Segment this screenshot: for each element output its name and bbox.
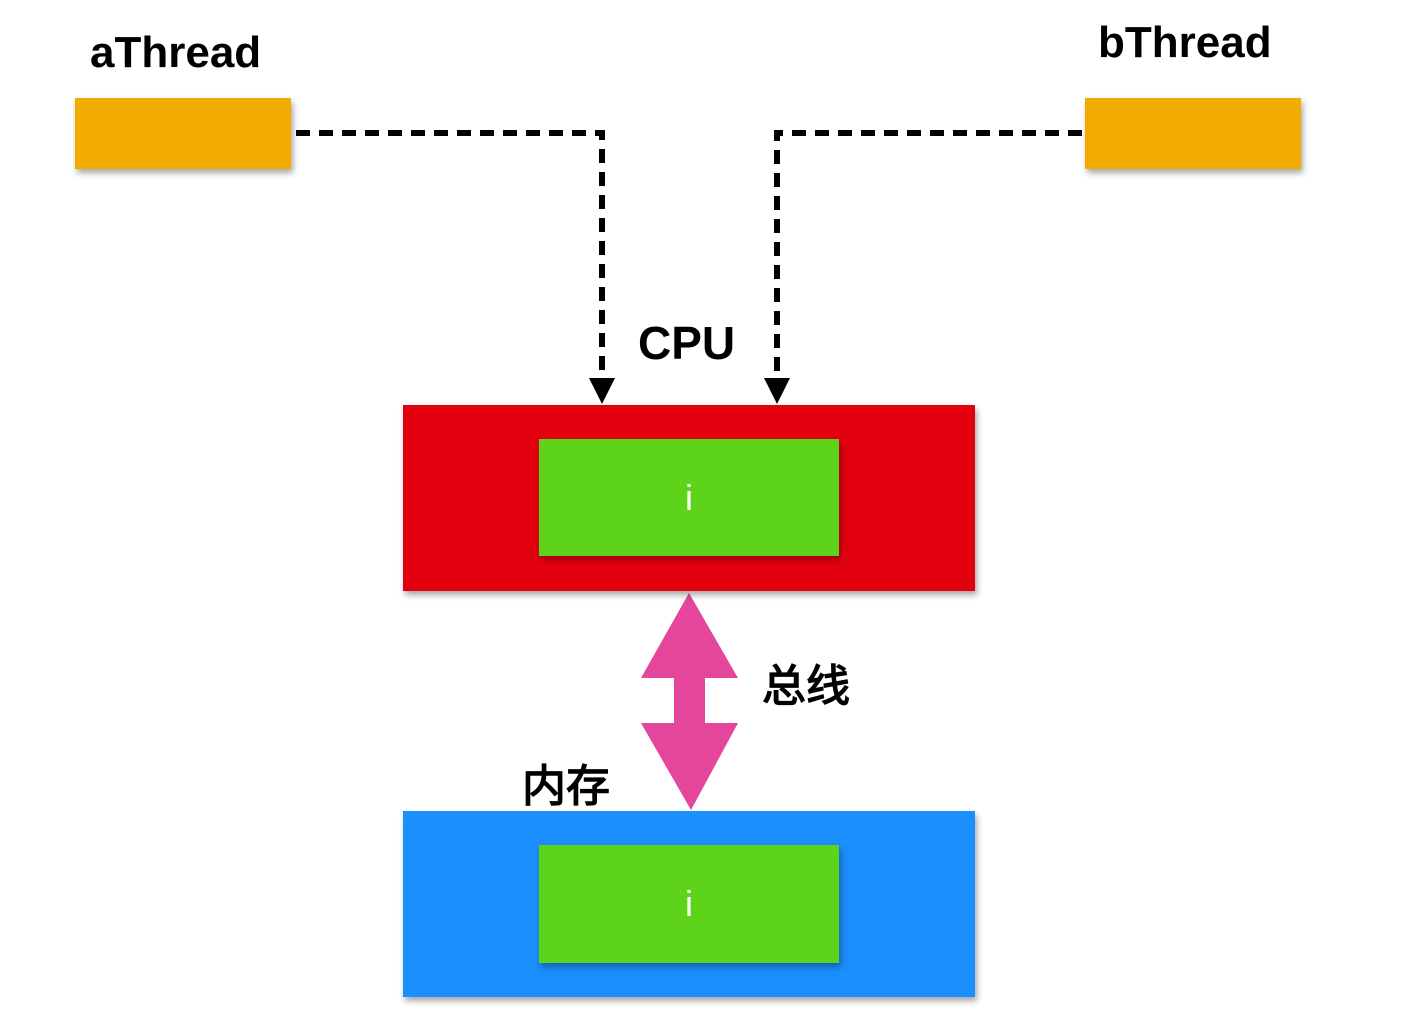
bthread-connector <box>774 130 1082 378</box>
bthread-arrowhead <box>764 378 790 404</box>
athread-connector <box>296 130 605 378</box>
memory-variable-box: i <box>539 845 839 963</box>
cpu-variable-label: i <box>685 476 693 518</box>
memory-label: 内存 <box>522 762 610 811</box>
athread-arrowhead <box>589 378 615 404</box>
bus-label: 总线 <box>762 662 850 711</box>
memory-variable-label: i <box>685 883 693 924</box>
bus-double-arrow <box>641 593 738 810</box>
cpu-variable-box: i <box>539 439 839 556</box>
cpu-label: CPU <box>638 317 736 369</box>
